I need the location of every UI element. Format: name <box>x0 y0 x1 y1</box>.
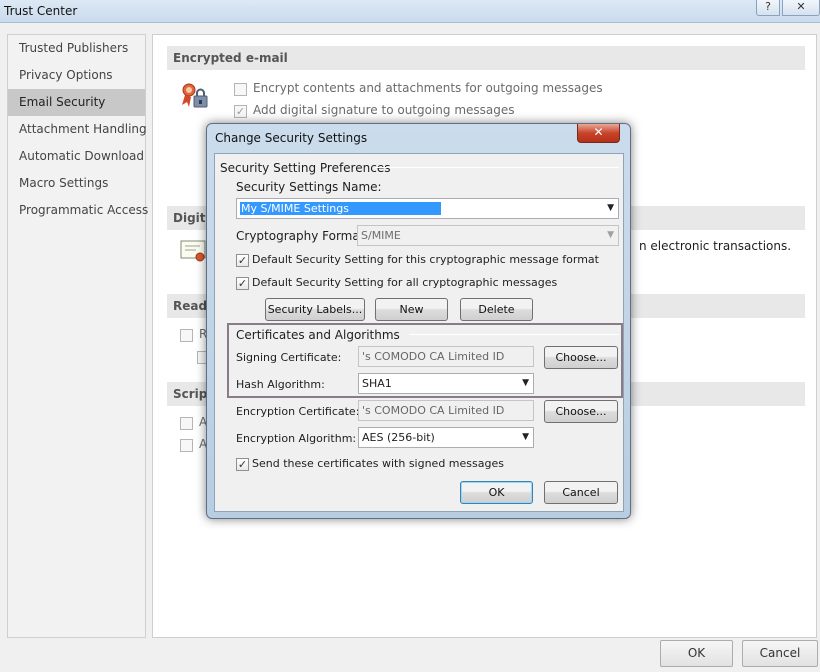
hash-algorithm-value: SHA1 <box>362 377 392 390</box>
chevron-down-icon: ▼ <box>607 230 614 240</box>
encryption-cert-label: Encryption Certificate: <box>236 405 360 418</box>
dialog-title: Change Security Settings <box>215 131 368 145</box>
cert-group-label: Certificates and Algorithms <box>236 328 400 342</box>
choose-signing-cert-button[interactable]: Choose... <box>544 346 618 369</box>
encryption-algorithm-label: Encryption Algorithm: <box>236 432 357 445</box>
crypto-format-label: Cryptography Format: <box>236 229 369 243</box>
settings-name-combobox[interactable]: My S/MIME Settings ▼ <box>236 198 619 219</box>
dialog-close-button[interactable]: ✕ <box>577 124 620 143</box>
sidebar-item-automatic-download[interactable]: Automatic Download <box>8 143 145 170</box>
choose-encryption-cert-button[interactable]: Choose... <box>544 400 618 423</box>
read-plain-text-checkbox[interactable] <box>180 329 193 342</box>
dialog-body: Security Setting Preferences Security Se… <box>214 153 624 512</box>
encrypt-contents-checkbox[interactable] <box>234 83 247 96</box>
chevron-down-icon: ▼ <box>522 432 529 442</box>
dialog-ok-button[interactable]: OK <box>460 481 533 504</box>
default-all-label: Default Security Setting for all cryptog… <box>252 276 558 289</box>
signing-cert-field[interactable]: 's COMODO CA Limited ID <box>358 346 534 367</box>
window-title: Trust Center <box>4 4 78 18</box>
encryption-cert-field[interactable]: 's COMODO CA Limited ID <box>358 400 534 421</box>
crypto-format-value: S/MIME <box>361 229 401 242</box>
delete-button[interactable]: Delete <box>460 298 533 321</box>
email-security-icon <box>182 83 208 108</box>
help-button[interactable]: ? <box>756 0 780 16</box>
dialog-cancel-button[interactable]: Cancel <box>544 481 618 504</box>
sidebar-item-trusted-publishers[interactable]: Trusted Publishers <box>8 35 145 62</box>
window-close-button[interactable]: ✕ <box>782 0 820 16</box>
settings-name-label: Security Settings Name: <box>236 180 382 194</box>
group-divider <box>375 167 619 168</box>
allow-script-shared-checkbox[interactable] <box>180 417 193 430</box>
sidebar-item-privacy-options[interactable]: Privacy Options <box>8 62 145 89</box>
allow-script-public-checkbox[interactable] <box>180 439 193 452</box>
encrypt-contents-label: Encrypt contents and attachments for out… <box>253 81 603 95</box>
group-divider <box>409 334 619 335</box>
digital-ids-text: n electronic transactions. <box>639 239 792 253</box>
encryption-algorithm-value: AES (256-bit) <box>362 431 435 444</box>
send-certs-label: Send these certificates with signed mess… <box>252 457 504 470</box>
sidebar-item-attachment-handling[interactable]: Attachment Handling <box>8 116 147 143</box>
default-format-label: Default Security Setting for this crypto… <box>252 253 599 266</box>
encrypted-email-header: Encrypted e-mail <box>167 46 805 70</box>
chevron-down-icon: ▼ <box>607 203 614 213</box>
sidebar-item-macro-settings[interactable]: Macro Settings <box>8 170 145 197</box>
trust-center-cancel-button[interactable]: Cancel <box>742 640 818 667</box>
security-labels-button[interactable]: Security Labels... <box>265 298 365 321</box>
default-format-checkbox[interactable] <box>236 254 249 267</box>
settings-name-value: My S/MIME Settings <box>240 202 350 215</box>
help-icon: ? <box>765 0 771 13</box>
new-button[interactable]: New <box>375 298 448 321</box>
hash-algorithm-select[interactable]: SHA1 ▼ <box>358 373 534 394</box>
window-titlebar: Trust Center ? ✕ <box>0 0 820 23</box>
add-signature-checkbox[interactable] <box>234 105 247 118</box>
hash-algorithm-label: Hash Algorithm: <box>236 378 325 391</box>
trust-center-ok-button[interactable]: OK <box>660 640 733 667</box>
prefs-group-label: Security Setting Preferences <box>220 161 391 175</box>
send-certs-checkbox[interactable] <box>236 458 249 471</box>
chevron-down-icon: ▼ <box>522 378 529 388</box>
default-all-checkbox[interactable] <box>236 277 249 290</box>
add-signature-label: Add digital signature to outgoing messag… <box>253 103 515 117</box>
signing-cert-label: Signing Certificate: <box>236 351 342 364</box>
sidebar-item-programmatic-access[interactable]: Programmatic Access <box>8 197 148 224</box>
change-security-settings-dialog: Change Security Settings ✕ Security Sett… <box>206 123 631 519</box>
encryption-algorithm-select[interactable]: AES (256-bit) ▼ <box>358 427 534 448</box>
sidebar-item-email-security[interactable]: Email Security <box>8 89 145 116</box>
crypto-format-select[interactable]: S/MIME ▼ <box>357 225 619 246</box>
close-icon: ✕ <box>593 125 604 139</box>
sidebar: Trusted Publishers Privacy Options Email… <box>7 34 148 638</box>
close-icon: ✕ <box>796 0 806 13</box>
